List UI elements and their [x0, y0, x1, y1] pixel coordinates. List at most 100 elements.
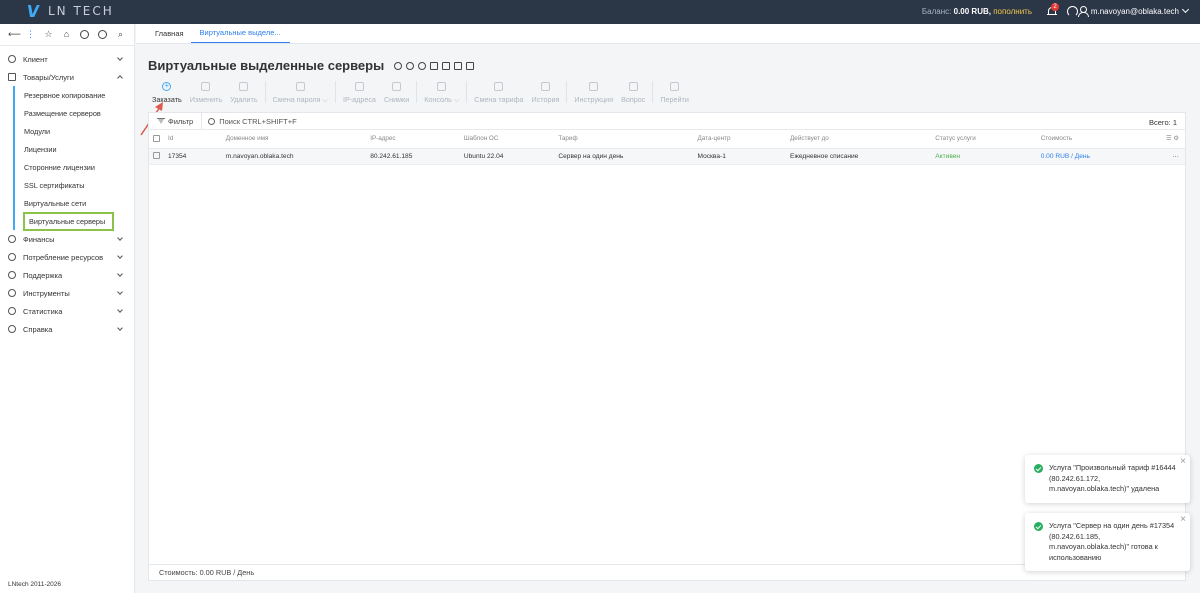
- pin-icon[interactable]: [430, 61, 439, 70]
- top-up-link[interactable]: пополнить: [993, 7, 1032, 16]
- ip-addresses-button[interactable]: IP-адреса: [339, 79, 380, 104]
- trash-icon: [239, 82, 249, 91]
- filter-button[interactable]: Фильтр: [149, 113, 203, 129]
- question-button[interactable]: Вопрос: [617, 79, 649, 104]
- question-icon: [628, 82, 638, 91]
- search-icon[interactable]: ⌕: [116, 29, 125, 39]
- sidebar-subitem-ssl[interactable]: SSL сертификаты: [15, 176, 134, 194]
- total-count: Всего: 1: [1148, 118, 1177, 127]
- instruction-button[interactable]: Инструкция: [570, 79, 617, 104]
- column-header-tariff[interactable]: Тариф: [554, 130, 694, 149]
- sidebar-subitem-licenses[interactable]: Лицензии: [15, 140, 134, 158]
- console-button[interactable]: Консоль ⌵: [420, 79, 463, 105]
- sidebar-tools: ⟵ ⋮ ☆ ⌂ ⌕: [0, 24, 134, 44]
- star-icon[interactable]: ☆: [44, 29, 53, 39]
- sidebar-item-statistics[interactable]: Статистика: [0, 302, 134, 320]
- go-button[interactable]: Перейти: [656, 79, 692, 104]
- column-header-ip[interactable]: IP-адрес: [366, 130, 460, 149]
- column-header-datacenter[interactable]: Дата-центр: [693, 130, 787, 149]
- logo[interactable]: LN TECH: [28, 4, 114, 18]
- snapshots-button[interactable]: Снимки: [380, 79, 413, 104]
- toast-text: Услуга "Произвольный тариф #16444 (80.24…: [1049, 463, 1176, 493]
- success-check-icon: [1034, 522, 1043, 531]
- sidebar-item-resource-usage[interactable]: Потребление ресурсов: [0, 248, 134, 266]
- row-actions-icon[interactable]: ···: [1151, 148, 1185, 165]
- close-icon[interactable]: ×: [1180, 515, 1186, 525]
- logo-text: LN TECH: [48, 4, 114, 18]
- gauge-icon: [8, 253, 16, 261]
- refresh-icon[interactable]: [394, 61, 403, 70]
- user-icon: [1077, 6, 1089, 17]
- cell-tariff: Сервер на один день: [554, 148, 694, 165]
- collapse-all-icon[interactable]: [98, 29, 107, 39]
- edit-button[interactable]: Изменить: [186, 79, 226, 104]
- close-icon[interactable]: ×: [1180, 457, 1186, 467]
- change-tariff-button[interactable]: Смена тарифа: [470, 79, 527, 104]
- balance-label: Баланс:: [921, 7, 952, 16]
- support-icon[interactable]: [1067, 6, 1078, 17]
- sidebar-item-help[interactable]: Справка: [0, 320, 134, 338]
- sidebar-subitem-modules[interactable]: Модули: [15, 122, 134, 140]
- sidebar-item-tools[interactable]: Инструменты: [0, 284, 134, 302]
- user-menu[interactable]: m.navoyan@oblaka.tech: [1077, 5, 1190, 17]
- document-icon[interactable]: [442, 61, 451, 70]
- home-icon[interactable]: ⌂: [62, 29, 71, 39]
- sidebar-subitem-virtual-servers[interactable]: Виртуальные серверы: [15, 211, 134, 231]
- columns-icon[interactable]: [454, 61, 463, 70]
- bell-icon[interactable]: 2: [1047, 3, 1059, 17]
- history-button[interactable]: История: [528, 79, 564, 104]
- external-link-icon: [670, 82, 680, 91]
- tab-virtual-servers[interactable]: Виртуальные выделе...: [190, 23, 290, 43]
- star-icon[interactable]: [418, 61, 427, 70]
- cell-status: Активен: [931, 148, 1037, 165]
- sidebar-item-support[interactable]: Поддержка: [0, 266, 134, 284]
- column-header-cost[interactable]: Стоимость: [1036, 130, 1152, 149]
- filter-bar: Фильтр Поиск CTRL+SHIFT+F Всего: 1: [149, 113, 1185, 130]
- back-arrow-icon[interactable]: ⟵: [8, 29, 21, 39]
- copyright: LNtech 2011-2026: [8, 581, 62, 588]
- globe-icon[interactable]: [406, 61, 415, 70]
- search-input[interactable]: Поиск CTRL+SHIFT+F: [202, 116, 297, 126]
- search-placeholder: Поиск CTRL+SHIFT+F: [219, 116, 297, 126]
- funnel-icon: [157, 117, 165, 125]
- key-icon: [295, 82, 305, 91]
- box-icon: [8, 73, 16, 81]
- network-icon: [354, 82, 364, 91]
- column-settings-icon[interactable]: ☰ ⚙: [1151, 130, 1185, 149]
- cell-datacenter: Москва-1: [693, 148, 787, 165]
- expand-all-icon[interactable]: [80, 29, 89, 39]
- sidebar-subitem-third-party-licenses[interactable]: Сторонние лицензии: [15, 158, 134, 176]
- print-icon[interactable]: [466, 61, 475, 70]
- column-header-id[interactable]: Id: [164, 130, 222, 149]
- sidebar-item-products[interactable]: Товары/Услуги: [0, 68, 134, 86]
- column-header-domain[interactable]: Доменное имя: [221, 130, 367, 149]
- cell-cost-link[interactable]: 0.00 RUB / День: [1036, 148, 1152, 165]
- page-title: Виртуальные выделенные серверы: [148, 58, 475, 73]
- change-password-button[interactable]: Смена пароля ⌵: [269, 79, 332, 105]
- sidebar-subitem-backup[interactable]: Резервное копирование: [15, 86, 134, 104]
- tree-icon[interactable]: ⋮: [26, 29, 35, 39]
- chevron-down-icon: [117, 306, 123, 313]
- cell-id: 17354: [164, 148, 222, 165]
- column-header-status[interactable]: Статус услуги: [931, 130, 1037, 149]
- toast-notification: Услуга "Сервер на один день #17354 (80.2…: [1025, 513, 1190, 571]
- column-header-os[interactable]: Шаблон ОС: [459, 130, 555, 149]
- products-submenu: Резервное копирование Размещение серверо…: [13, 86, 134, 231]
- balance: Баланс: 0.00 RUB, пополнить: [922, 7, 1032, 16]
- sidebar-item-client[interactable]: Клиент: [0, 50, 134, 68]
- camera-icon: [392, 82, 402, 91]
- column-header-valid-until[interactable]: Действует до: [786, 130, 932, 149]
- toast-text: Услуга "Сервер на один день #17354 (80.2…: [1049, 521, 1175, 562]
- row-checkbox[interactable]: [153, 152, 160, 160]
- sidebar-subitem-colocation[interactable]: Размещение серверов: [15, 104, 134, 122]
- table-row[interactable]: 17354 m.navoyan.oblaka.tech 80.242.61.18…: [149, 148, 1185, 165]
- tab-home[interactable]: Главная: [148, 23, 191, 43]
- sidebar-subitem-virtual-networks[interactable]: Виртуальные сети: [15, 194, 134, 212]
- pie-chart-icon: [8, 307, 16, 315]
- chevron-down-icon: [1181, 5, 1190, 14]
- success-check-icon: [1034, 464, 1043, 473]
- sidebar-item-finance[interactable]: Финансы: [0, 230, 134, 248]
- cell-domain: m.navoyan.oblaka.tech: [221, 148, 367, 165]
- select-all-checkbox[interactable]: [153, 135, 160, 143]
- delete-button[interactable]: Удалить: [226, 79, 261, 104]
